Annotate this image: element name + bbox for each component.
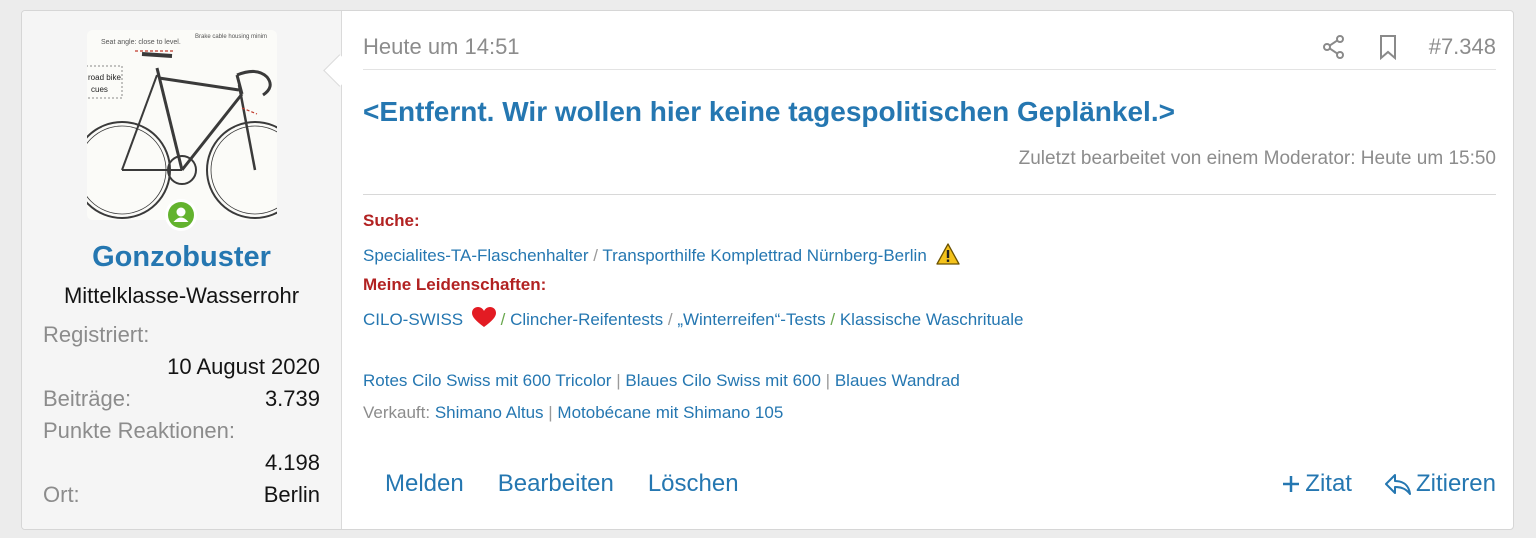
stat-label-reactions: Punkte Reaktionen: — [43, 418, 236, 443]
post-actions-left: Melden Bearbeiten Löschen — [385, 470, 739, 498]
edited-note: Zuletzt bearbeitet von einem Moderator: … — [1018, 148, 1496, 169]
sig-link-motobecane[interactable]: Motobécane mit Shimano 105 — [557, 403, 783, 422]
multiquote-button[interactable]: Zitat — [1281, 470, 1352, 498]
bicycle-avatar-image: Seat angle: close to level. Brake cable … — [87, 30, 277, 220]
post-actions-right: Zitat Zitieren — [1281, 470, 1496, 498]
post-number-link[interactable]: #7.348 — [1429, 34, 1496, 60]
reply-icon — [1384, 474, 1411, 495]
report-button[interactable]: Melden — [385, 470, 464, 498]
sig-link-winterreifen[interactable]: „Winterreifen“-Tests — [677, 310, 825, 329]
separator: | — [548, 403, 553, 422]
stat-value-reactions: 4.198 — [264, 450, 320, 475]
signature-line-suche: Specialites-TA-Flaschenhalter / Transpor… — [363, 243, 960, 270]
signature-line-bikes: Rotes Cilo Swiss mit 600 Tricolor | Blau… — [363, 371, 960, 391]
signature-line-leidenschaften: CILO-SWISS / Clincher-Reifentests / „Win… — [363, 307, 1023, 333]
sig-link-cilo-swiss[interactable]: CILO-SWISS — [363, 310, 463, 329]
stat-value-posts: 3.739 — [264, 386, 320, 411]
user-sidebar: Seat angle: close to level. Brake cable … — [22, 11, 342, 529]
sig-link-waschrituale[interactable]: Klassische Waschrituale — [840, 310, 1024, 329]
sig-link-rotes-cilo[interactable]: Rotes Cilo Swiss mit 600 Tricolor — [363, 371, 611, 390]
stat-value-registered: 10 August 2020 — [167, 354, 320, 379]
avatar[interactable]: Seat angle: close to level. Brake cable … — [87, 30, 277, 220]
heart-icon — [471, 307, 496, 333]
delete-button[interactable]: Löschen — [648, 470, 739, 498]
separator: / — [667, 310, 673, 329]
edit-button[interactable]: Bearbeiten — [498, 470, 614, 498]
share-icon[interactable] — [1321, 34, 1347, 60]
separator: / — [593, 246, 598, 265]
avatar-note-1: road bike — [88, 73, 121, 82]
avatar-caption-left: Seat angle: close to level. — [101, 39, 181, 46]
sig-link-flaschenhalter[interactable]: Specialites-TA-Flaschenhalter — [363, 246, 589, 265]
post-container: Seat angle: close to level. Brake cable … — [21, 10, 1514, 530]
avatar-note-2: cues — [91, 85, 108, 94]
separator: / — [500, 310, 506, 329]
avatar-caption-right: Brake cable housing minim — [195, 34, 267, 40]
stat-label-registered: Registriert: — [43, 322, 150, 347]
stat-value-location: Berlin — [263, 482, 320, 507]
reply-quote-label: Zitieren — [1415, 470, 1496, 497]
stat-label-location: Ort: — [43, 482, 80, 507]
sig-link-clincher[interactable]: Clincher-Reifentests — [510, 310, 663, 329]
separator: | — [616, 371, 621, 390]
signature-line-suche-label: Suche: — [363, 211, 420, 231]
suche-label: Suche: — [363, 211, 420, 230]
sig-link-wandrad[interactable]: Blaues Wandrad — [835, 371, 960, 390]
bookmark-icon[interactable] — [1375, 34, 1401, 61]
user-title: Mittelklasse-Wasserrohr — [63, 283, 300, 308]
reply-quote-button[interactable]: Zitieren — [1384, 470, 1496, 498]
post-header-actions: #7.348 — [1321, 32, 1496, 62]
leidenschaften-label: Meine Leidenschaften: — [363, 275, 547, 294]
plus-icon — [1283, 476, 1300, 492]
sig-link-transporthilfe[interactable]: Transporthilfe Komplettrad Nürnberg-Berl… — [602, 246, 926, 265]
multiquote-label: Zitat — [1305, 470, 1352, 497]
sig-link-blaues-cilo[interactable]: Blaues Cilo Swiss mit 600 — [625, 371, 821, 390]
username[interactable]: Gonzobuster — [22, 241, 341, 274]
divider — [363, 69, 1496, 70]
post-main: Heute um 14:51 #7.348 <Entfernt. Wir wol… — [363, 11, 1496, 529]
separator: | — [825, 371, 831, 390]
separator: / — [830, 310, 836, 329]
warning-icon — [935, 243, 960, 270]
signature-line-leidenschaften-label: Meine Leidenschaften: — [363, 275, 546, 295]
sig-link-altus[interactable]: Shimano Altus — [435, 403, 544, 422]
verkauft-label: Verkauft: — [363, 403, 431, 422]
post-date[interactable]: Heute um 14:51 — [363, 34, 520, 60]
post-message: <Entfernt. Wir wollen hier keine tagespo… — [363, 96, 1175, 127]
signature-divider — [363, 194, 1496, 195]
online-status-icon — [165, 199, 197, 231]
stat-label-posts: Beiträge: — [43, 386, 132, 411]
signature-line-verkauft: Verkauft: Shimano Altus | Motobécane mit… — [363, 403, 783, 423]
